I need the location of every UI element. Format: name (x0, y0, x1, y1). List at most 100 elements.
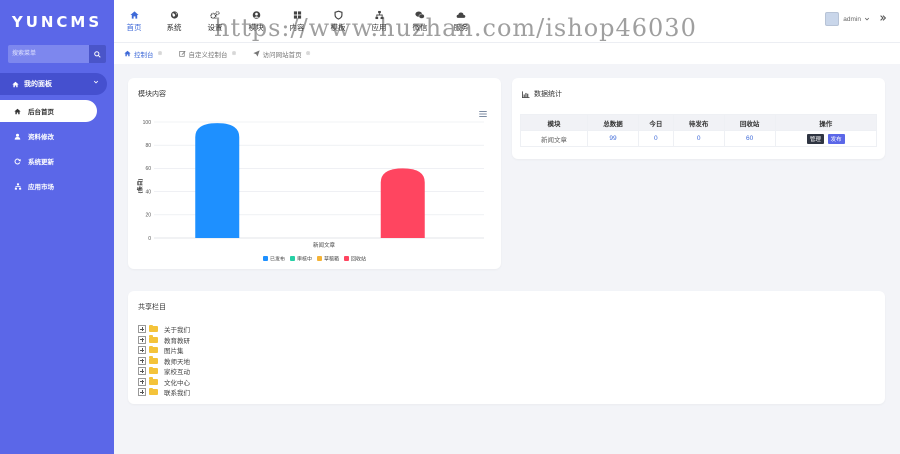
sidebar-item-app-market[interactable]: 应用市场 (0, 175, 114, 197)
tree-item[interactable]: 教师天地 (138, 356, 190, 367)
y-tick-label: 40 (145, 189, 151, 195)
tab-visit-site[interactable]: 访问网站首页 ⊗ (252, 49, 311, 59)
expand-plus-icon[interactable] (138, 356, 146, 365)
column-header: 操作 (774, 114, 878, 131)
column-header: 总数据 (587, 114, 639, 131)
nav-apps[interactable]: 应用 (365, 10, 393, 33)
expand-plus-icon[interactable] (138, 325, 146, 334)
grid-icon (293, 11, 301, 19)
tree-item-label: 家校互动 (164, 369, 190, 377)
nav-label: 系统 (166, 23, 182, 32)
cell-module: 新闻文章 (519, 130, 589, 147)
sidebar-item-update[interactable]: 系统更新 (0, 150, 114, 172)
gears-icon (210, 11, 220, 19)
expand-plus-icon[interactable] (138, 335, 146, 344)
nav-home[interactable]: 首页 (120, 10, 148, 33)
y-tick-label: 80 (145, 143, 151, 149)
tab-dashboard[interactable]: 控制台 ⊗ (124, 49, 163, 59)
folder-icon (149, 335, 158, 343)
legend-swatch (290, 256, 295, 261)
search-button[interactable] (89, 45, 106, 63)
nav-label: 服务 (453, 23, 469, 32)
nav-label: 模块 (248, 23, 264, 32)
top-navbar: 首页 系统 设置 模块 内容 模板 应用 微信 服务 https://www.h… (114, 0, 900, 42)
module-content-card: 模块内容 0 20 40 60 80 100 (条目) 新闻文章 已发布 审核中 草稿箱 回收站 (128, 78, 501, 269)
card-title: 共享栏目 (138, 304, 166, 311)
user-circle-icon (252, 11, 260, 19)
edit-icon (178, 51, 186, 57)
shared-columns-card: 共享栏目 关于我们 教育教研 图片集 教师天地 家校互动 文化中心 联系我们 (128, 291, 885, 404)
legend-swatch (263, 256, 268, 261)
close-icon[interactable]: ⊗ (158, 50, 163, 57)
tree-item[interactable]: 家校互动 (138, 366, 190, 377)
nav-templates[interactable]: 模板 (324, 10, 352, 33)
folder-icon (149, 387, 158, 396)
close-icon[interactable]: ⊗ (232, 50, 237, 57)
y-tick-label: 100 (143, 120, 152, 126)
app-logo[interactable]: YUNCMS (0, 0, 114, 44)
tree-item[interactable]: 文化中心 (138, 377, 190, 388)
bar-chart-icon (522, 90, 530, 98)
sidebar-item-dashboard[interactable]: 后台首页 (0, 100, 97, 122)
tree-item[interactable]: 联系我们 (138, 387, 190, 398)
column-header: 待发布 (672, 114, 725, 131)
tree-item-label: 图片集 (164, 348, 184, 356)
bar-回收站 (380, 168, 425, 238)
refresh-icon (14, 158, 21, 164)
tree-item-label: 教育教研 (164, 337, 190, 345)
expand-toggle[interactable] (879, 14, 887, 24)
nav-services[interactable]: 服务 (447, 10, 475, 33)
expand-plus-icon[interactable] (138, 388, 146, 397)
nav-settings[interactable]: 设置 (201, 10, 229, 33)
nav-system[interactable]: 系统 (160, 10, 188, 33)
expand-plus-icon[interactable] (138, 377, 146, 386)
legend-swatch (317, 256, 322, 261)
search-icon (94, 50, 101, 58)
x-axis-label: 新闻文章 (313, 241, 336, 249)
sidebar-group-my-panel[interactable]: 我的面板 (0, 73, 107, 95)
cell-actions: 管理 发布 (774, 130, 878, 147)
manage-button[interactable]: 管理 (806, 133, 824, 144)
tree-item[interactable]: 关于我们 (138, 324, 190, 335)
sidebar-item-profile[interactable]: 资料修改 (0, 125, 114, 147)
sitemap-icon (14, 182, 22, 190)
column-tree: 关于我们 教育教研 图片集 教师天地 家校互动 文化中心 联系我们 (138, 324, 190, 398)
column-header: 模块 (519, 114, 589, 131)
home-icon (129, 11, 139, 19)
sidebar-item-label: 应用市场 (28, 184, 54, 191)
tab-custom-dashboard[interactable]: 自定义控制台 ⊗ (178, 49, 237, 59)
close-icon[interactable]: ⊗ (306, 50, 311, 57)
expand-plus-icon[interactable] (138, 346, 146, 355)
publish-button[interactable]: 发布 (827, 133, 845, 144)
sidebar-item-label: 后台首页 (28, 109, 54, 116)
nav-wechat[interactable]: 微信 (406, 10, 434, 33)
data-stats-card: 数据统计 模块 总数据 今日 待发布 回收站 操作 新闻文章 99 0 0 60… (512, 78, 885, 159)
table-row: 新闻文章 99 0 0 60 管理 发布 (519, 130, 878, 147)
page-tabs: 控制台 ⊗ 自定义控制台 ⊗ 访问网站首页 ⊗ (114, 42, 900, 64)
sidebar-search (8, 45, 106, 63)
nav-modules[interactable]: 模块 (242, 10, 270, 33)
user-menu[interactable]: admin (825, 12, 870, 26)
globe-icon (170, 11, 178, 19)
nav-content[interactable]: 内容 (283, 10, 311, 33)
expand-plus-icon[interactable] (138, 367, 146, 376)
tree-item[interactable]: 图片集 (138, 345, 190, 356)
nav-label: 内容 (289, 23, 305, 32)
legend-label: 已发布 (270, 255, 285, 262)
nav-label: 微信 (412, 23, 428, 32)
home-icon (12, 81, 19, 87)
legend-label: 草稿箱 (324, 255, 339, 262)
tree-item[interactable]: 教育教研 (138, 335, 190, 346)
folder-icon (149, 377, 158, 385)
y-tick-label: 60 (145, 166, 151, 172)
chevron-down-icon (93, 80, 99, 84)
tree-item-label: 关于我们 (164, 327, 190, 335)
sidebar-item-label: 系统更新 (28, 159, 54, 166)
nav-label: 首页 (126, 23, 142, 32)
nav-label: 设置 (207, 23, 223, 32)
tab-label: 自定义控制台 (188, 51, 228, 59)
y-tick-label: 20 (145, 213, 151, 219)
sidebar-search-input[interactable] (8, 45, 89, 63)
tab-label: 控制台 (134, 51, 154, 59)
legend-swatch (344, 256, 349, 261)
